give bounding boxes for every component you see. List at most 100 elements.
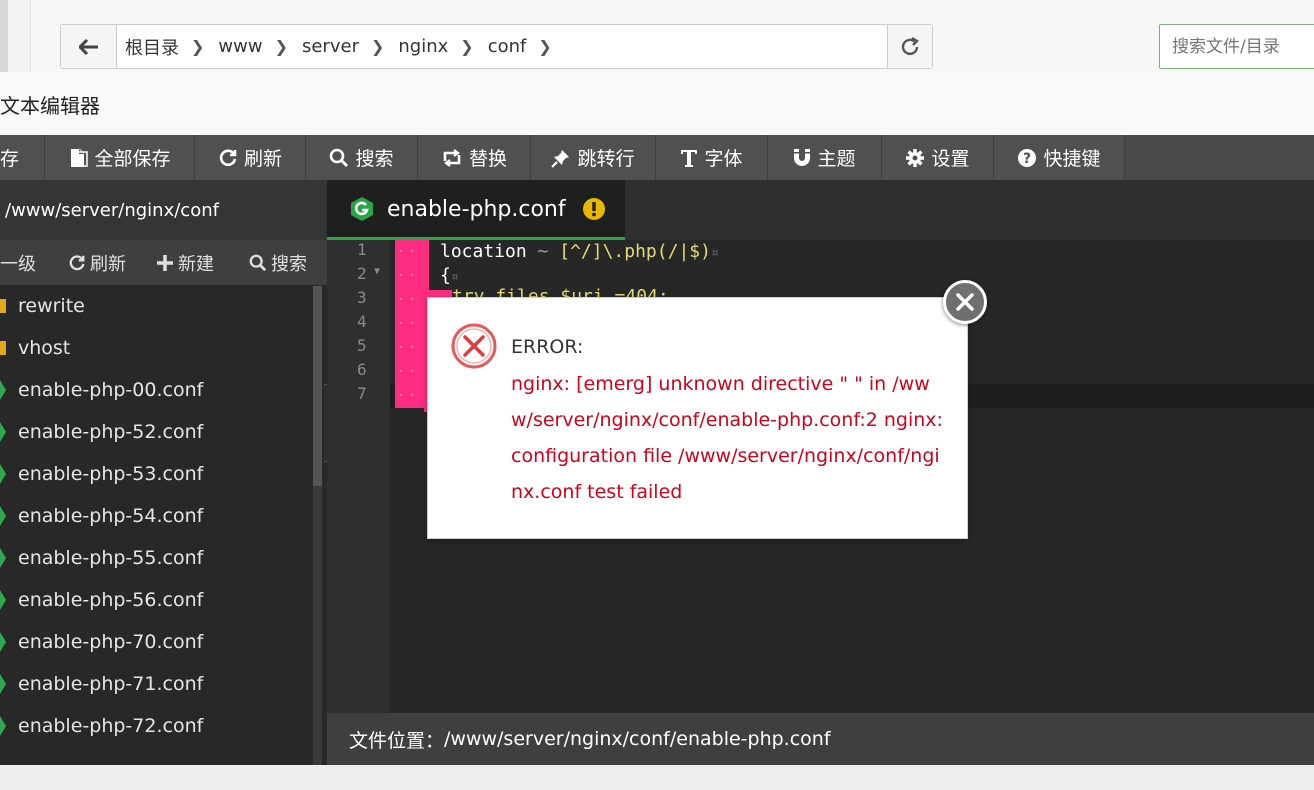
nginx-file-icon [0,464,6,484]
dialog-close-button[interactable] [943,280,987,324]
keyword-location: location [440,241,527,262]
nginx-file-icon [351,197,373,221]
file-item[interactable]: enable-php-72.conf [0,705,327,747]
sidebar-scrollbar[interactable] [313,286,322,765]
breadcrumb-label[interactable]: server [302,36,359,57]
breadcrumb: 根目录 ❯ www ❯ server ❯ nginx ❯ conf ❯ [117,25,887,68]
save-all-button[interactable]: 全部保存 [45,135,195,180]
line-number: 1 [327,240,390,264]
line-number: 5 [327,336,390,360]
window-title: 文本编辑器 [0,94,100,118]
breadcrumb-item-server[interactable]: server ❯ [302,36,398,57]
toolbar-filler [1125,135,1314,180]
nginx-file-icon [0,422,6,442]
sidebar-search-button[interactable]: 搜索 [249,250,327,276]
line-number-text: 7 [357,384,367,403]
line-number-text: 5 [357,336,367,355]
file-item-label: enable-php-54.conf [18,505,204,527]
left-panel-edge [0,0,8,72]
breadcrumb-item-conf[interactable]: conf ❯ [488,36,566,57]
folder-item[interactable]: rewrite [0,285,327,327]
file-item-label: enable-php-72.conf [18,715,204,737]
replace-button[interactable]: 替换 [418,135,531,180]
close-icon [956,293,974,311]
theme-button[interactable]: 主题 [768,135,882,180]
tab-enable-php-conf[interactable]: enable-php.conf [327,180,625,240]
invisible-char: ¤ [710,246,719,261]
address-refresh-button[interactable] [887,25,932,68]
file-item-label: enable-php-71.conf [18,673,204,695]
nginx-file-icon [0,380,6,400]
chevron-right-icon: ❯ [274,37,288,56]
whitespace-dots: ·· [398,246,421,257]
code-line-1: location ~ [^/]\.php(/|$)¤ [440,240,719,266]
svg-text:?: ? [1023,151,1031,167]
breadcrumb-label[interactable]: conf [488,36,527,57]
breadcrumb-label[interactable]: 根目录 [125,34,179,60]
breadcrumb-item-nginx[interactable]: nginx ❯ [398,36,487,57]
file-item-label: enable-php-53.conf [18,463,204,485]
breadcrumb-item-www[interactable]: www ❯ [218,36,302,57]
save-label: 存 [0,148,20,170]
refresh-icon [218,148,238,168]
nginx-file-icon [0,548,6,568]
goto-line-button[interactable]: 跳转行 [531,135,656,180]
breadcrumb-label[interactable]: nginx [398,36,448,57]
replace-icon [441,148,463,167]
file-item-label: enable-php-70.conf [18,631,204,653]
fold-toggle-icon[interactable]: ▼ [374,266,380,277]
file-item[interactable]: enable-php-55.conf [0,537,327,579]
new-file-button[interactable]: 新建 [156,250,249,276]
invisible-char: ¤ [450,270,459,285]
shortcuts-button[interactable]: ? 快捷键 [994,135,1125,180]
sidebar-tools: 一级 刷新 新建 搜索 [0,240,327,285]
breadcrumb-label[interactable]: www [218,36,262,57]
file-item-label: enable-php-55.conf [18,547,204,569]
open-brace: { [440,265,451,286]
file-item[interactable]: enable-php-71.conf [0,663,327,705]
save-button[interactable]: 存 [0,135,45,180]
editor-toolbar: 存 全部保存 刷新 搜索 替换 跳转行 字体 主题 设置 ? 快捷键 [0,135,1314,180]
back-button[interactable] [61,25,117,68]
error-dialog: ERROR: nginx: [emerg] unknown directive … [427,297,968,539]
status-bar: 文件位置： /www/server/nginx/conf/enable-php.… [327,713,1314,765]
bottom-strip [0,765,1314,790]
file-item-label: vhost [18,337,71,359]
error-title: ERROR: [511,336,584,358]
scrollbar-thumb[interactable] [313,286,322,486]
tab-label: enable-php.conf [387,196,566,222]
chevron-right-icon: ❯ [191,37,205,56]
search-icon [249,254,267,271]
file-item[interactable]: enable-php-53.conf [0,453,327,495]
file-item-label: enable-php-00.conf [18,379,204,401]
breadcrumb-item-root[interactable]: 根目录 ❯ [125,34,218,60]
folder-item[interactable]: vhost [0,327,327,369]
file-item[interactable]: enable-php-54.conf [0,495,327,537]
file-item-label: enable-php-56.conf [18,589,204,611]
file-item-label: rewrite [18,295,85,317]
nginx-file-icon [0,506,6,526]
settings-button[interactable]: 设置 [882,135,994,180]
file-item-label: enable-php-52.conf [18,421,204,443]
font-button[interactable]: 字体 [656,135,768,180]
status-label: 文件位置： [349,729,445,752]
line-number-text: 4 [357,312,367,331]
search-button[interactable]: 搜索 [306,135,418,180]
file-item[interactable]: enable-php-56.conf [0,579,327,621]
file-item[interactable]: enable-php-52.conf [0,411,327,453]
sidebar-refresh-button[interactable]: 刷新 [68,250,156,276]
refresh-button[interactable]: 刷新 [195,135,306,180]
sidebar-refresh-label: 刷新 [90,253,126,275]
search-file-input[interactable] [1159,24,1314,69]
address-bar: 根目录 ❯ www ❯ server ❯ nginx ❯ conf ❯ [60,24,933,69]
nginx-file-icon [0,590,6,610]
question-icon: ? [1017,148,1037,168]
line-number: 2 ▼ [327,264,390,288]
nginx-file-icon [0,716,6,736]
file-item[interactable]: enable-php-00.conf [0,369,327,411]
file-item[interactable]: enable-php-70.conf [0,621,327,663]
up-level-button[interactable]: 一级 [0,250,68,276]
theme-label: 主题 [817,148,856,170]
file-tree-sidebar: /www/server/nginx/conf 一级 刷新 新建 搜索 rewri… [0,180,327,765]
shortcuts-label: 快捷键 [1043,148,1101,170]
